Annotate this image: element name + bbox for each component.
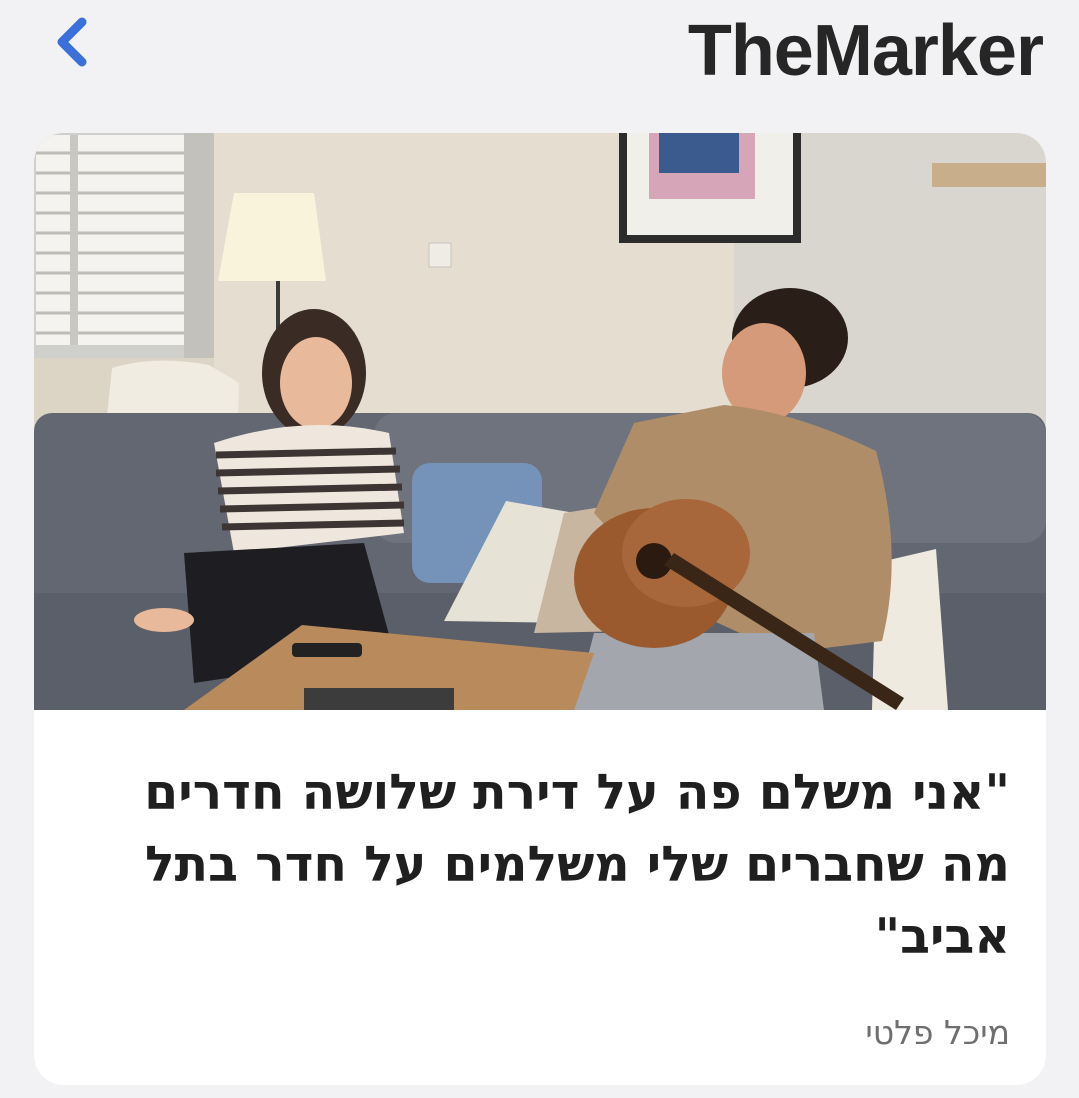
back-button[interactable] — [46, 14, 98, 70]
brand-logo: TheMarker — [687, 11, 1044, 91]
article-image — [34, 133, 1046, 710]
article-headline[interactable]: "אני משלם פה על דירת שלושה חדרים מה שחבר… — [60, 757, 1010, 973]
article-card[interactable]: "אני משלם פה על דירת שלושה חדרים מה שחבר… — [34, 133, 1046, 1085]
top-bar: TheMarker — [0, 0, 1079, 125]
article-author: מיכל פלטי — [865, 1013, 1010, 1052]
chevron-left-icon — [57, 17, 87, 67]
